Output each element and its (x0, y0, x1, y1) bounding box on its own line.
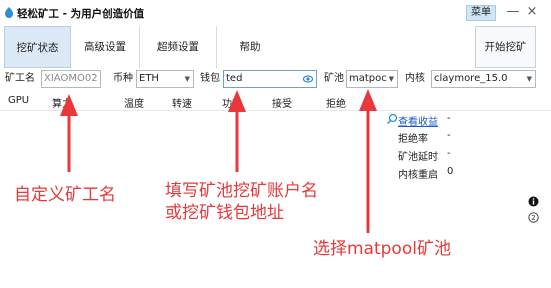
worker-name-input[interactable]: XIAOMO02 (41, 70, 101, 88)
chevron-down-icon: ▼ (526, 75, 532, 83)
tab-mining-status[interactable]: 挖矿状态 (4, 26, 71, 68)
wallet-input[interactable]: ted (223, 70, 317, 88)
tab-help[interactable]: 帮助 (217, 26, 283, 68)
coin-select[interactable]: ETH ▼ (136, 70, 194, 88)
chevron-down-icon: ▼ (388, 75, 394, 83)
column-header[interactable]: 转速 (172, 95, 192, 110)
reject-rate-label: 拒绝率 (398, 134, 428, 145)
info-icon[interactable] (528, 196, 539, 207)
pool-arrow-head (359, 89, 377, 111)
column-header[interactable]: 温度 (124, 95, 144, 110)
pool-latency-label: 矿池延时 (398, 152, 438, 163)
title-bar: 轻松矿工 - 为用户创造价值 菜单 — × (0, 0, 551, 26)
pool-annotation: 选择matpool矿池 (313, 239, 451, 259)
coin-value: ETH (139, 73, 159, 84)
kernel-restart-label: 内核重启 (398, 170, 438, 181)
tab-advanced-settings[interactable]: 高级设置 (71, 26, 140, 68)
tab-overclock-settings[interactable]: 超频设置 (140, 26, 217, 68)
column-header[interactable]: GPU (8, 95, 29, 106)
help-icon[interactable]: 2 (528, 212, 539, 223)
window-title: 轻松矿工 - 为用户创造价值 (17, 8, 145, 20)
svg-text:2: 2 (531, 214, 535, 222)
eye-icon[interactable] (303, 74, 313, 84)
kernel-select[interactable]: claymore_15.0 ▼ (431, 70, 536, 88)
pool-select[interactable]: matpoc ▼ (346, 70, 398, 88)
wallet-label: 钱包 (200, 73, 220, 84)
kernel-label: 内核 (405, 73, 425, 84)
view-earnings-value: - (447, 113, 451, 124)
reject-rate-value: - (447, 130, 451, 141)
wallet-arrow-shaft (235, 110, 239, 172)
kernel-restart-value: 0 (447, 166, 454, 177)
column-header[interactable]: 算力 (52, 95, 72, 110)
pool-latency-value: - (447, 148, 451, 159)
table-header-divider (0, 110, 551, 111)
wallet-value: ted (226, 73, 243, 84)
view-earnings-link[interactable]: 查看收益 (398, 113, 438, 128)
kernel-value: claymore_15.0 (434, 73, 508, 84)
worker-annotation: 自定义矿工名 (14, 185, 116, 205)
pool-arrow-shaft (366, 109, 370, 233)
column-header[interactable]: 接受 (272, 95, 292, 110)
pool-label: 矿池 (324, 73, 344, 84)
pool-value: matpoc (349, 73, 387, 84)
coin-label: 币种 (113, 73, 133, 84)
wallet-annotation-line2: 或挖矿钱包地址 (165, 203, 284, 223)
worker-name-value: XIAOMO02 (44, 73, 98, 84)
worker-arrow-shaft (67, 114, 71, 172)
chevron-down-icon: ▼ (184, 75, 190, 83)
worker-label: 矿工名 (5, 73, 35, 84)
column-header[interactable]: 拒绝 (326, 95, 346, 110)
close-button[interactable]: × (525, 3, 539, 21)
minimize-button[interactable]: — (506, 3, 520, 21)
menu-button[interactable]: 菜单 (466, 5, 496, 21)
start-mining-button[interactable]: 开始挖矿 (475, 26, 536, 68)
column-header[interactable]: 功耗 (222, 95, 242, 110)
app-logo-icon (5, 7, 13, 18)
search-icon (386, 113, 398, 125)
